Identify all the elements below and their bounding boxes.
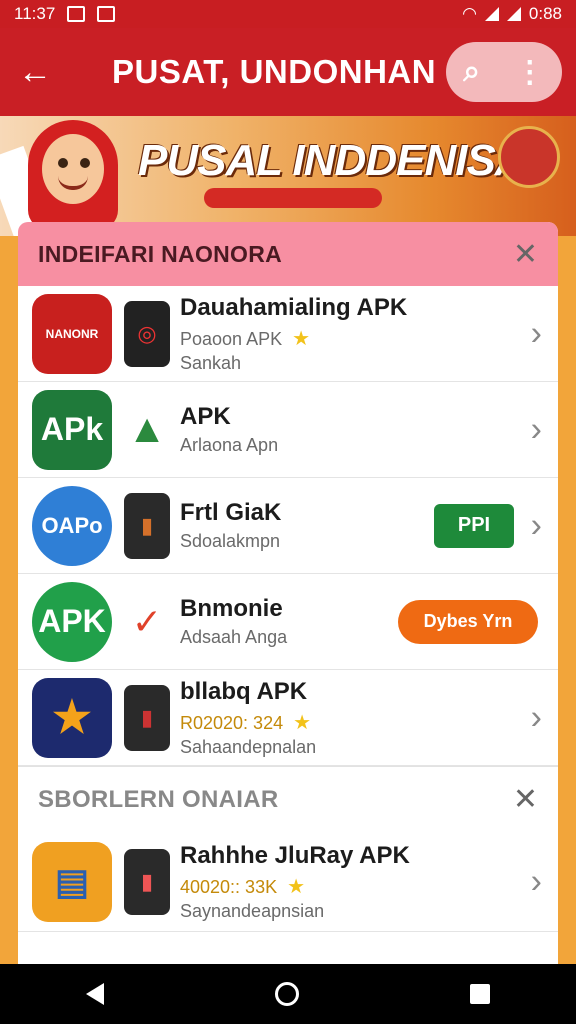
clock: 11:37 xyxy=(14,4,56,23)
section-header-featured: INDEIFARI NAONORA ✕ xyxy=(18,222,558,286)
image-notification-icon xyxy=(67,6,86,22)
system-nav-bar xyxy=(0,964,576,1024)
app-list-card: INDEIFARI NAONORA ✕ NANONR ◎ Dauahamiali… xyxy=(18,222,558,982)
banner-title: PUSAL INDDENISA xyxy=(138,136,527,185)
close-icon[interactable]: ✕ xyxy=(513,237,538,272)
battery-text: 0:88 xyxy=(528,4,562,23)
app-notification-icon xyxy=(97,6,116,22)
promo-banner[interactable]: PUSAL INDDENISA xyxy=(0,116,576,236)
garuda-emblem-icon xyxy=(498,126,560,188)
more-vert-icon[interactable]: ⋮ xyxy=(515,55,545,90)
star-icon: ★ xyxy=(292,327,311,350)
app-meta: R02020: 324 xyxy=(180,712,284,733)
app-thumbnail: ▮ xyxy=(124,492,170,559)
app-name: Bnmonie xyxy=(180,595,283,622)
app-name: APK xyxy=(180,403,231,430)
app-name: Rahhhe JluRay APK xyxy=(180,841,410,869)
banner-progress-bar xyxy=(204,188,382,208)
app-thumbnail: ◎ xyxy=(124,300,170,367)
mascot-avatar xyxy=(0,120,134,236)
install-button[interactable]: PPI xyxy=(434,503,514,548)
app-bar: ← PUSAT, UNDONHAN ⌕ ⋮ xyxy=(0,28,576,116)
app-meta: Sdoalakmpn xyxy=(180,531,281,551)
chevron-right-icon[interactable]: › xyxy=(531,410,542,449)
app-thumbnail: ✓ xyxy=(124,588,170,655)
app-category: Saynandeapnsian xyxy=(180,900,325,921)
download-button[interactable]: Dybes Yrn xyxy=(398,599,538,644)
nav-back-icon[interactable] xyxy=(85,983,104,1005)
app-icon: ★ xyxy=(32,677,112,758)
drive-icon: ▲ xyxy=(124,396,170,463)
app-icon: OAPo xyxy=(32,485,112,566)
list-item[interactable]: ▤ ▮ Rahhhe JluRay APK 40020:: 33K ★ Sayna… xyxy=(18,832,558,932)
list-item[interactable]: APK ✓ Bnmonie Adsaah Anga Dybes Yrn xyxy=(18,574,558,670)
page-title: PUSAT, UNDONHAN xyxy=(112,53,437,90)
app-icon: APK xyxy=(32,581,112,662)
app-category: Sankah xyxy=(180,352,242,373)
app-meta: Arlaona Apn xyxy=(180,435,279,455)
app-icon: APk xyxy=(32,389,112,470)
app-meta: Adsaah Anga xyxy=(180,627,288,647)
app-icon: NANONR xyxy=(32,293,112,374)
star-icon: ★ xyxy=(287,875,306,898)
chevron-right-icon[interactable]: › xyxy=(531,862,542,901)
section-title: SBORLERN ONAIAR xyxy=(38,785,279,813)
nav-home-icon[interactable] xyxy=(274,982,299,1006)
signal-icon-2 xyxy=(506,7,521,21)
app-thumbnail: ▮ xyxy=(124,684,170,751)
app-thumbnail: ▮ xyxy=(124,848,170,915)
app-name: bllabq APK xyxy=(180,677,308,705)
list-item[interactable]: NANONR ◎ Dauahamialing APK Poaoon APK ★ S… xyxy=(18,286,558,382)
status-bar: 11:37 ◠ 0:88 xyxy=(0,0,576,28)
list-item[interactable]: OAPo ▮ Frtl GiaK Sdoalakmpn PPI › xyxy=(18,478,558,574)
back-button[interactable]: ← xyxy=(0,28,70,116)
close-icon[interactable]: ✕ xyxy=(513,782,538,817)
action-pill: ⌕ ⋮ xyxy=(446,42,562,102)
app-name: Frtl GiaK xyxy=(180,499,282,526)
app-icon: ▤ xyxy=(32,841,112,922)
app-category: Sahaandepnalan xyxy=(180,736,317,757)
wifi-icon: ◠ xyxy=(462,4,477,23)
search-icon[interactable]: ⌕ xyxy=(463,55,480,89)
app-meta: Poaoon APK xyxy=(180,328,283,349)
chevron-right-icon[interactable]: › xyxy=(531,698,542,737)
app-name: Dauahamialing APK xyxy=(180,293,408,321)
chevron-right-icon[interactable]: › xyxy=(531,506,542,545)
list-item[interactable]: ★ ▮ bllabq APK R02020: 324 ★ Sahaandepnal… xyxy=(18,670,558,766)
star-icon: ★ xyxy=(293,711,312,734)
arrow-left-icon: ← xyxy=(18,52,52,91)
app-meta: 40020:: 33K xyxy=(180,876,278,897)
section-title: INDEIFARI NAONORA xyxy=(38,240,283,267)
nav-recents-icon[interactable] xyxy=(470,984,491,1004)
signal-icon xyxy=(484,7,499,21)
list-item[interactable]: APk ▲ APK Arlaona Apn › xyxy=(18,382,558,478)
chevron-right-icon[interactable]: › xyxy=(531,314,542,353)
section-header-secondary: SBORLERN ONAIAR ✕ xyxy=(18,766,558,832)
